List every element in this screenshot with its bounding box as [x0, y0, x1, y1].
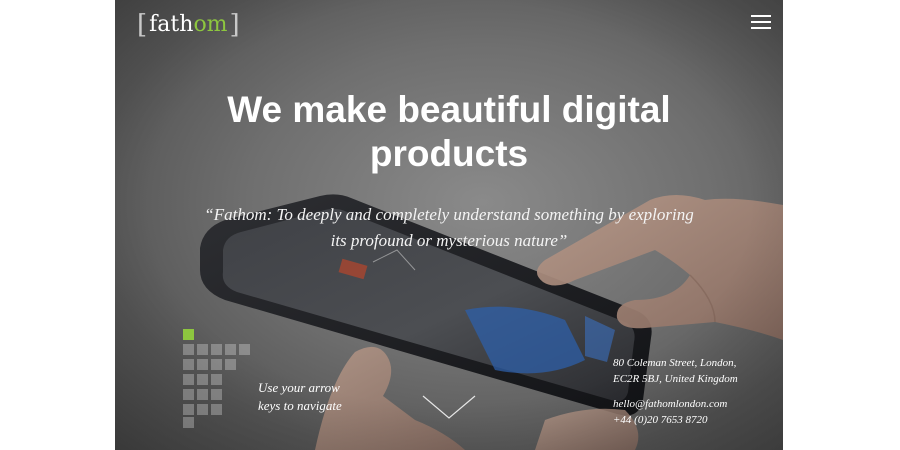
nav-cell[interactable] — [197, 344, 208, 355]
hero-section: [fath om] We make beautiful digital produ… — [115, 0, 783, 450]
nav-cell[interactable] — [225, 344, 236, 355]
logo-right-bracket: ] — [229, 10, 240, 40]
nav-cell[interactable] — [239, 344, 250, 355]
logo-left-bracket: [ — [137, 10, 148, 40]
nav-cell[interactable] — [197, 374, 208, 385]
office-address: 80 Coleman Street, London, EC2R 5BJ, Uni… — [613, 355, 738, 387]
address-line-1: 80 Coleman Street, London, — [613, 357, 737, 369]
nav-cell[interactable] — [197, 389, 208, 400]
menu-line — [751, 27, 771, 29]
nav-cell[interactable] — [211, 404, 222, 415]
headline-line-2: products — [369, 133, 529, 174]
nav-cell[interactable] — [225, 359, 236, 370]
nav-cell[interactable] — [211, 359, 222, 370]
keyboard-nav-hint: Use your arrow keys to navigate — [258, 379, 342, 415]
nav-cell[interactable] — [183, 344, 194, 355]
nav-hint-line-1: Use your arrow — [258, 380, 340, 395]
nav-cell-active[interactable] — [183, 329, 194, 340]
menu-line — [751, 15, 771, 17]
nav-cell[interactable] — [183, 417, 194, 428]
slide-navigation-grid[interactable] — [183, 329, 253, 429]
nav-cell[interactable] — [197, 359, 208, 370]
nav-cell[interactable] — [211, 344, 222, 355]
quote-line-2: its profound or mysterious nature” — [330, 231, 568, 250]
phone-link[interactable]: +44 (0)20 7653 8720 — [613, 412, 727, 428]
nav-cell[interactable] — [183, 374, 194, 385]
quote-line-1: “Fathom: To deeply and completely unders… — [204, 205, 694, 224]
nav-cell[interactable] — [211, 374, 222, 385]
nav-cell[interactable] — [197, 404, 208, 415]
logo-text-main: fath — [149, 12, 194, 37]
nav-cell[interactable] — [183, 389, 194, 400]
nav-cell[interactable] — [183, 359, 194, 370]
nav-cell[interactable] — [183, 404, 194, 415]
nav-hint-line-2: keys to navigate — [258, 398, 342, 413]
chevron-down-icon[interactable] — [421, 392, 477, 422]
hero-headline: We make beautiful digital products — [175, 88, 723, 176]
nav-cell[interactable] — [211, 389, 222, 400]
headline-line-1: We make beautiful digital — [227, 89, 671, 130]
hero-quote: “Fathom: To deeply and completely unders… — [155, 202, 743, 254]
hamburger-icon[interactable] — [751, 15, 771, 31]
logo-text-accent: om — [193, 12, 228, 37]
fathom-logo[interactable]: [fath om] — [135, 10, 242, 40]
contact-details: hello@fathomlondon.com +44 (0)20 7653 87… — [613, 396, 727, 428]
email-link[interactable]: hello@fathomlondon.com — [613, 396, 727, 412]
menu-line — [751, 21, 771, 23]
address-line-2: EC2R 5BJ, United Kingdom — [613, 373, 738, 385]
